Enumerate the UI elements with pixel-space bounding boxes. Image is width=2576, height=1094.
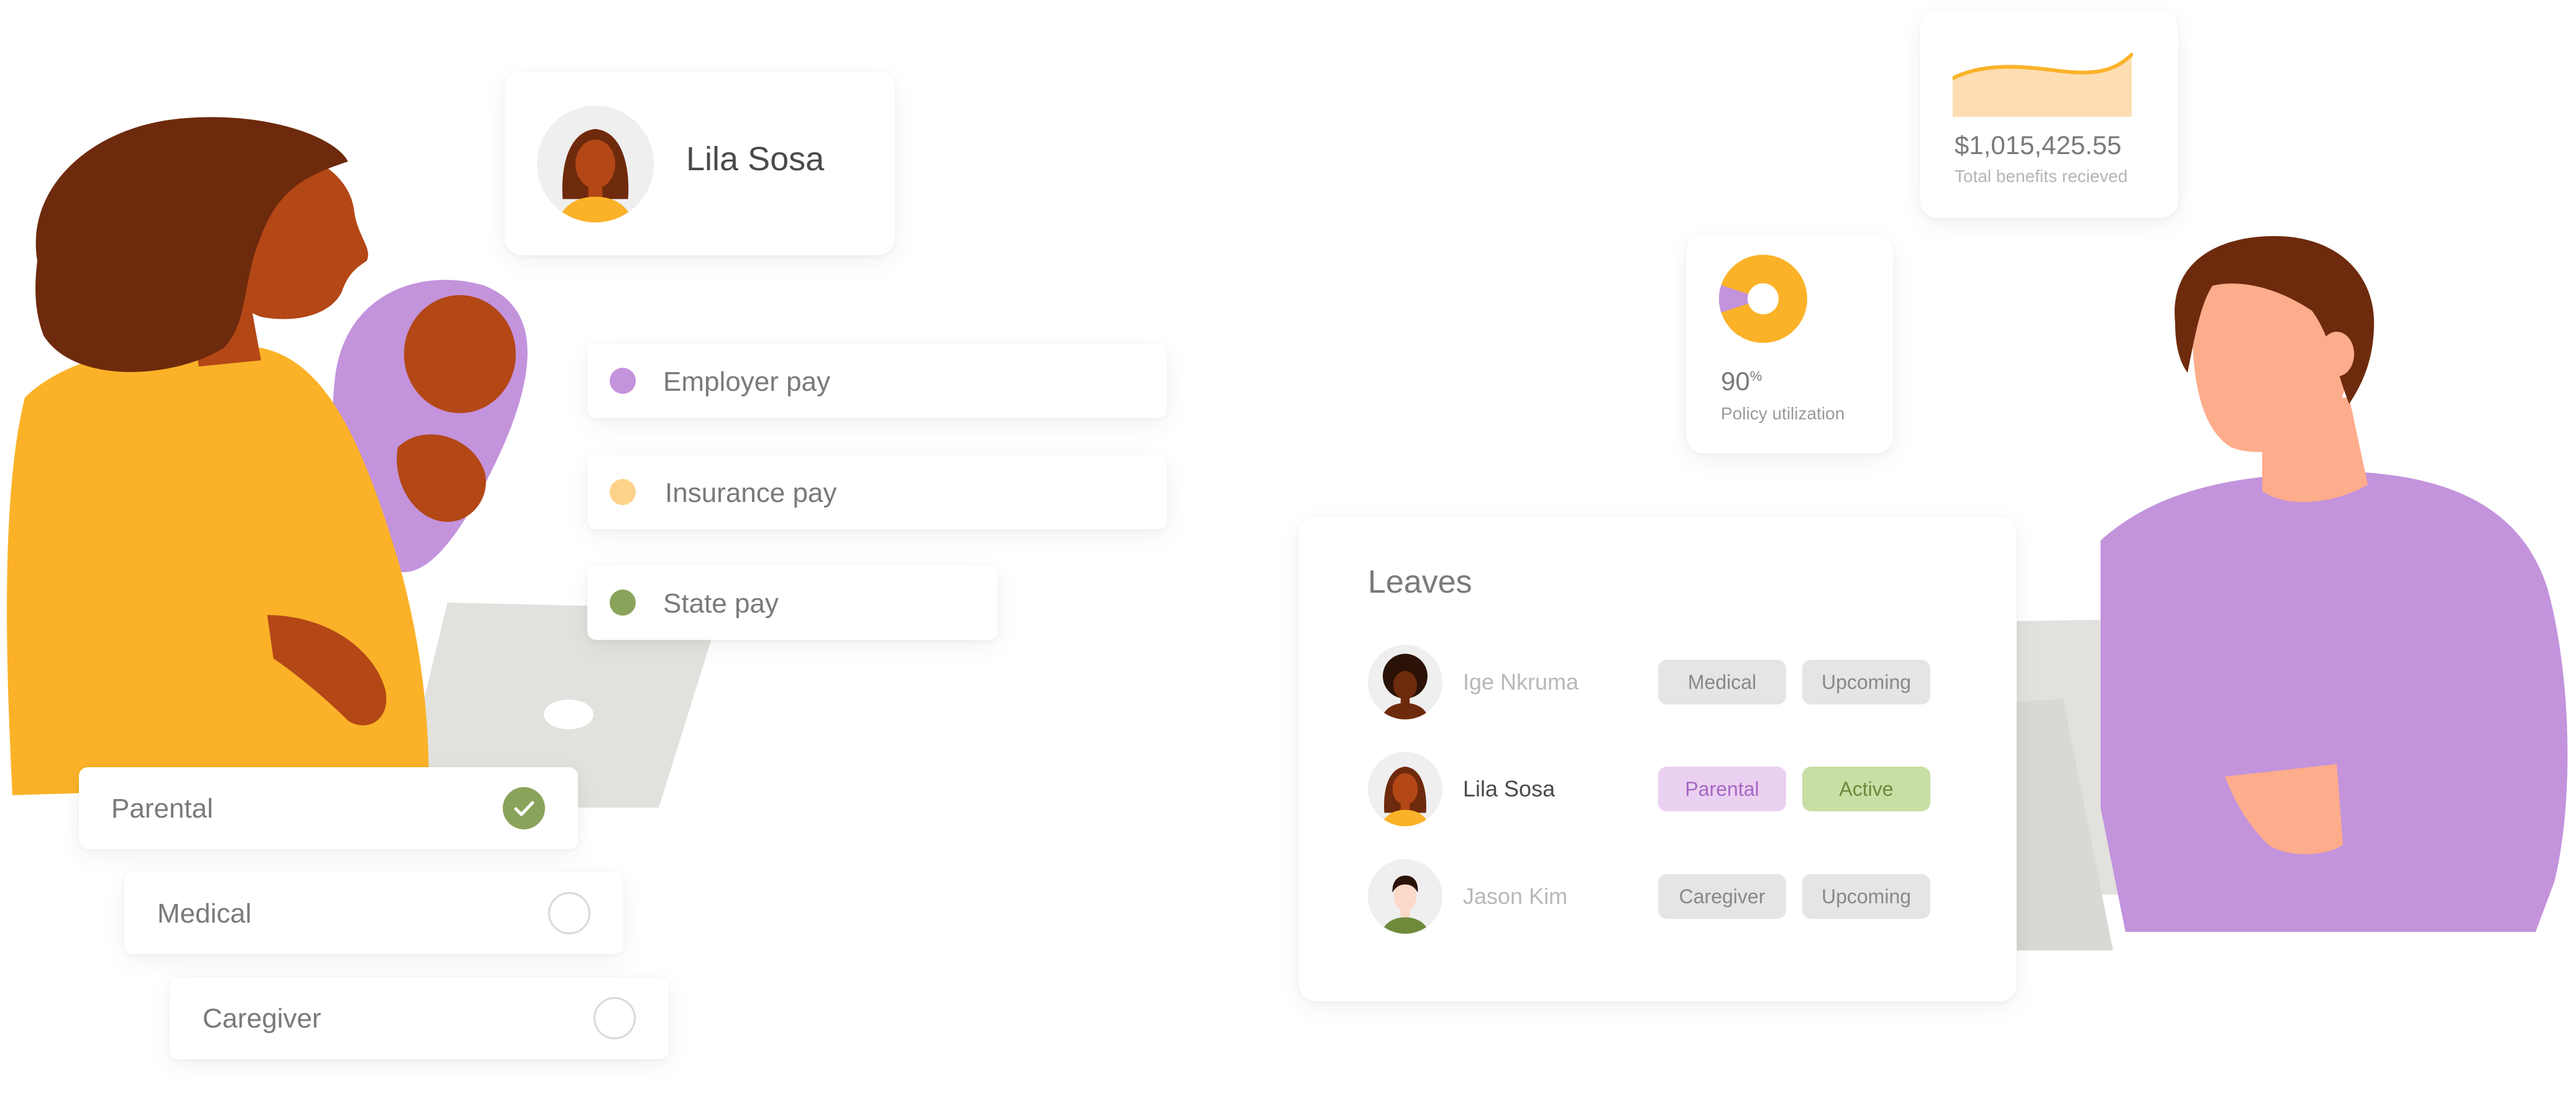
woman-brown-icon (557, 129, 633, 222)
leave-row[interactable]: Lila Sosa Parental Active (1299, 748, 2017, 829)
state-pay-dot-icon (610, 590, 636, 616)
leave-type-option-parental[interactable]: Parental (79, 767, 578, 849)
benefits-area-chart (1953, 53, 2133, 117)
pay-type-label: State pay (663, 588, 779, 619)
leave-employee-name: Ige Nkruma (1463, 669, 1579, 695)
leave-employee-name: Lila Sosa (1463, 776, 1556, 801)
pay-type-employer[interactable]: Employer pay (587, 344, 1167, 418)
utilization-value: 90% (1721, 367, 1762, 396)
leave-type-label: Caregiver (203, 1003, 321, 1034)
leave-status-badge: Upcoming (1802, 874, 1930, 919)
woman-brown-icon (1381, 767, 1429, 826)
avatar (1368, 645, 1442, 719)
pay-type-insurance[interactable]: Insurance pay (587, 455, 1167, 529)
insurance-pay-dot-icon (610, 479, 636, 505)
checked-circle-icon (503, 787, 545, 829)
employer-pay-dot-icon (610, 368, 636, 394)
leave-type-badge: Parental (1658, 767, 1786, 811)
leave-employee-name: Jason Kim (1463, 883, 1568, 909)
benefits-caption: Total benefits recieved (1955, 166, 2128, 186)
profile-name: Lila Sosa (686, 140, 825, 178)
leave-status-badge: Upcoming (1802, 660, 1930, 704)
pay-type-label: Employer pay (663, 367, 831, 397)
avatar (537, 106, 654, 222)
unchecked-circle-icon (548, 892, 590, 934)
checkmark-icon (514, 801, 534, 816)
utilization-caption: Policy utilization (1721, 404, 1845, 423)
leave-row[interactable]: Jason Kim Caregiver Upcoming (1299, 855, 2017, 936)
profile-card[interactable]: Lila Sosa (505, 71, 895, 255)
avatar (1368, 752, 1442, 826)
leave-type-label: Parental (111, 793, 213, 824)
pay-type-state[interactable]: State pay (587, 565, 997, 640)
leave-row[interactable]: Ige Nkruma Medical Upcoming (1299, 641, 2017, 722)
policy-utilization-card: 90% Policy utilization (1686, 235, 1893, 454)
utilization-number: 90 (1721, 367, 1750, 396)
unchecked-circle-icon (594, 997, 636, 1039)
woman-dark-icon (1381, 654, 1429, 719)
leaves-title: Leaves (1368, 564, 1472, 600)
person-at-computer-illustration (2014, 236, 2568, 950)
leave-type-option-caregiver[interactable]: Caregiver (170, 977, 669, 1059)
utilization-unit: % (1749, 368, 1762, 384)
leaves-card: Leaves Ige Nkruma Medical Upcoming Lila … (1299, 517, 2017, 1001)
leave-status-badge: Active (1802, 767, 1930, 811)
avatar (1368, 859, 1442, 934)
leave-type-option-medical[interactable]: Medical (124, 872, 623, 954)
man-icon (1381, 875, 1429, 934)
utilization-donut-chart (1719, 255, 1807, 343)
leave-type-badge: Caregiver (1658, 874, 1786, 919)
leave-type-badge: Medical (1658, 660, 1786, 704)
leave-type-label: Medical (157, 898, 252, 929)
benefits-amount: $1,015,425.55 (1955, 130, 2122, 160)
pay-type-label: Insurance pay (665, 478, 837, 508)
total-benefits-card: $1,015,425.55 Total benefits recieved (1920, 11, 2178, 218)
